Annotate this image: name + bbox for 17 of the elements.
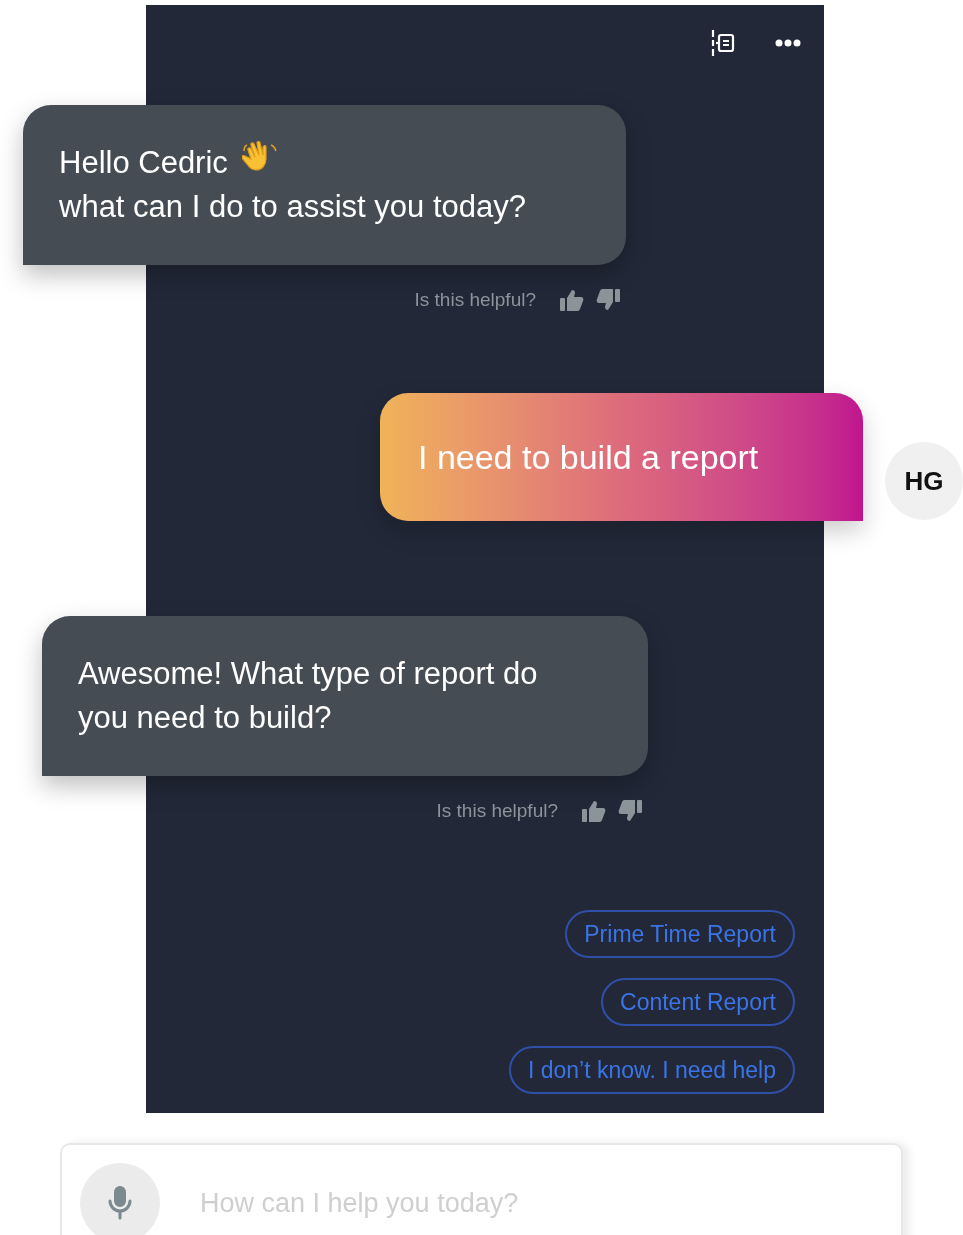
thumbs-down-icon[interactable] xyxy=(618,800,642,822)
user-avatar: HG xyxy=(885,442,963,520)
message-text: I need to build a report xyxy=(418,436,759,478)
message-text: Hello Cedric xyxy=(59,141,278,185)
thumbs-down-icon[interactable] xyxy=(596,289,620,311)
quick-reply-chip[interactable]: I don’t know. I need help xyxy=(508,1046,795,1094)
sidebar-icon[interactable] xyxy=(711,30,737,56)
feedback-prompt: Is this helpful? xyxy=(414,287,536,312)
more-icon[interactable] xyxy=(775,39,801,47)
thumbs-up-icon[interactable] xyxy=(560,289,584,311)
quick-reply-chip[interactable]: Content Report xyxy=(601,978,795,1026)
quick-reply-chip[interactable]: Prime Time Report xyxy=(565,910,795,958)
microphone-icon xyxy=(107,1186,133,1220)
thumbs-up-icon[interactable] xyxy=(582,800,606,822)
message-text: what can I do to assist you today? xyxy=(59,188,526,226)
feedback-prompt: Is this helpful? xyxy=(436,798,558,823)
message-text: Awesome! What type of report do you need to build? xyxy=(78,655,539,737)
